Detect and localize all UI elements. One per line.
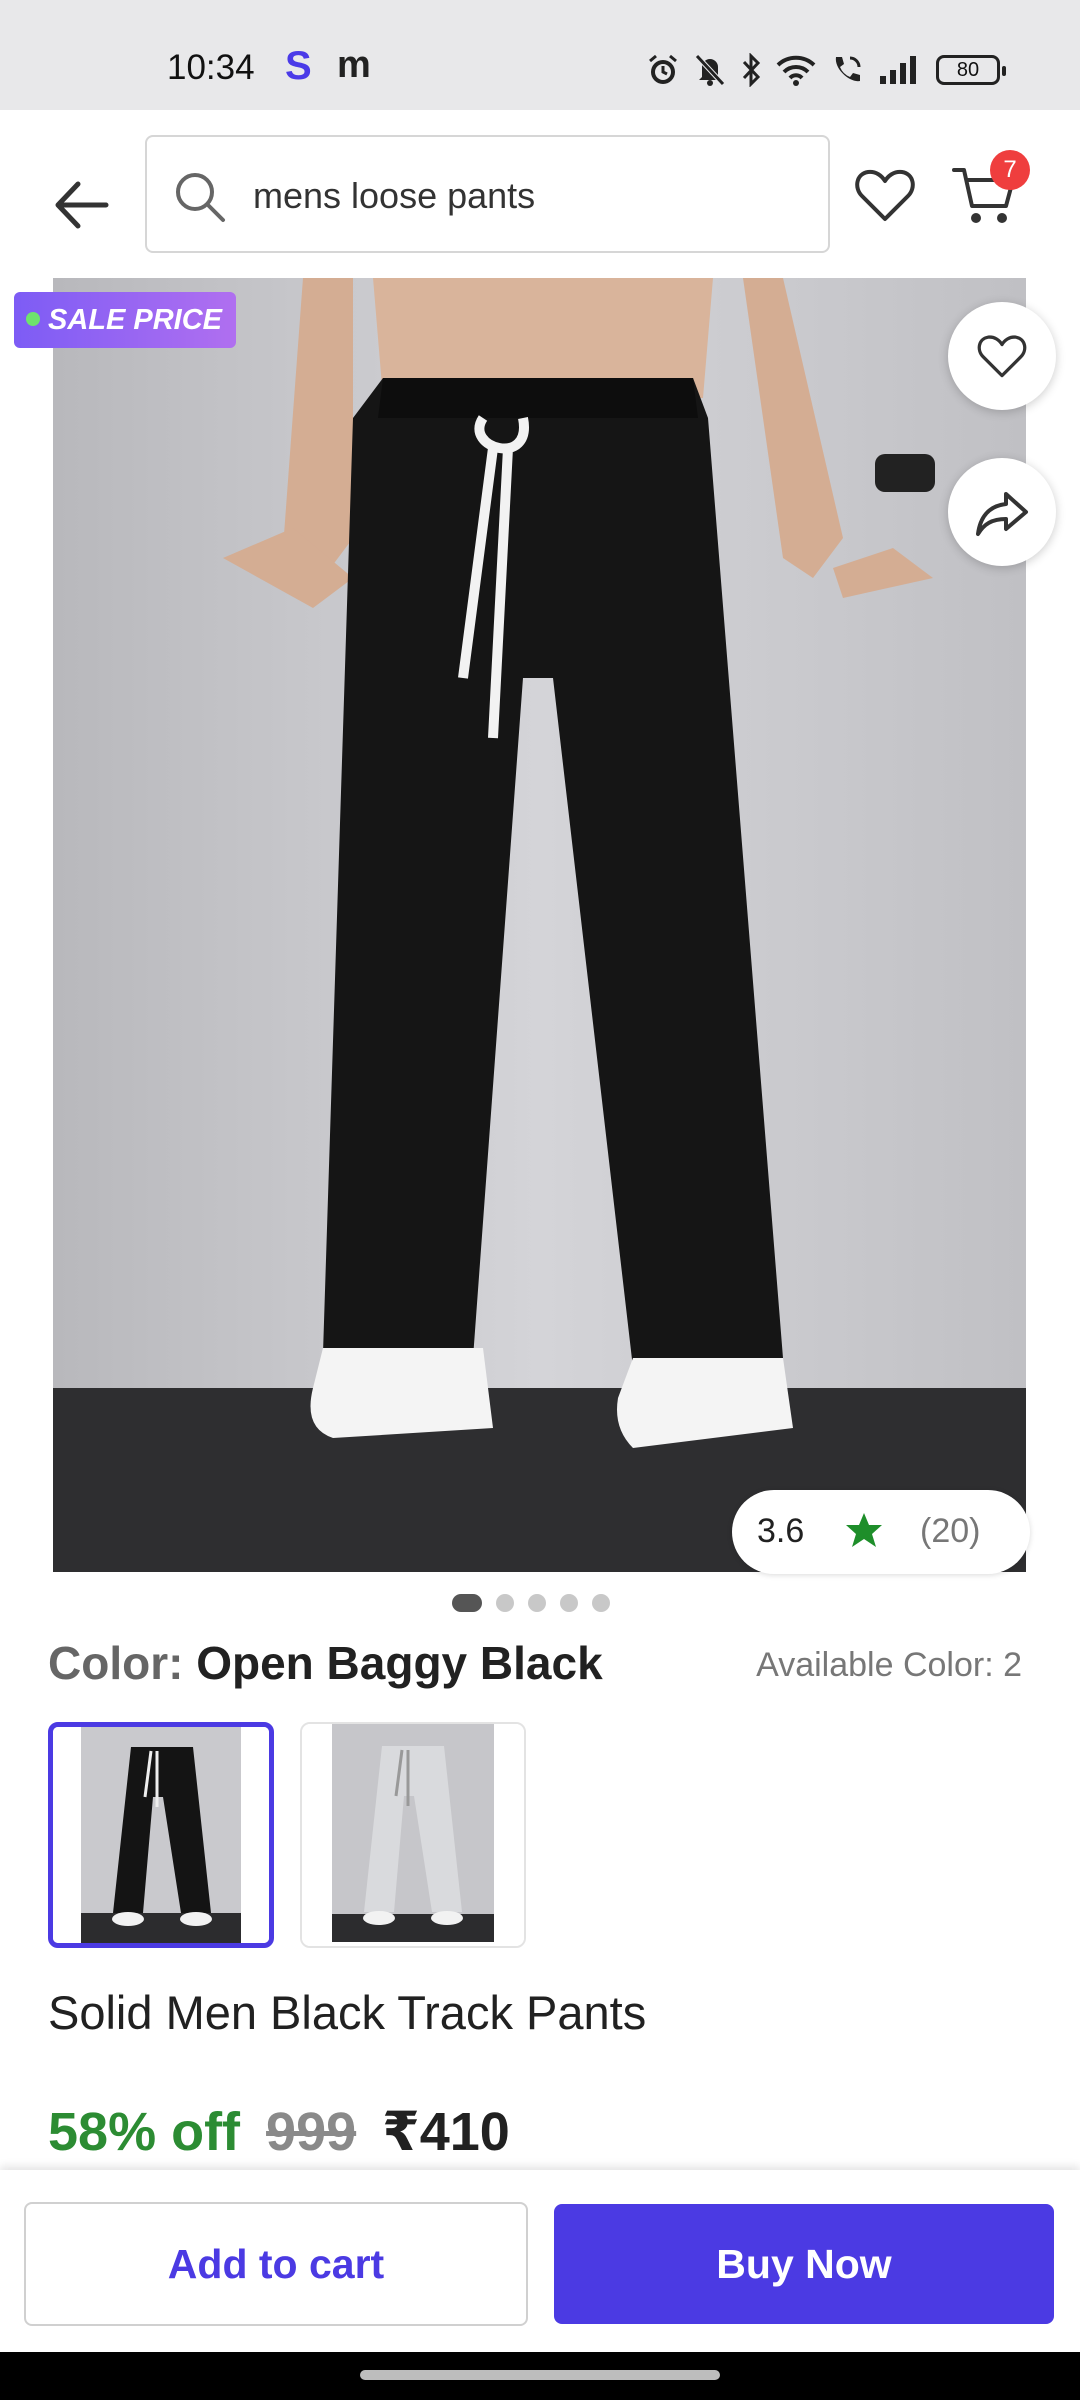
buy-now-button[interactable]: Buy Now [554, 2204, 1054, 2324]
sale-price: ₹410 [382, 2102, 510, 2162]
rating-pill[interactable]: 3.6 (20) [732, 1490, 1030, 1574]
color-swatch-black[interactable] [48, 1722, 274, 1948]
carousel-dot[interactable] [592, 1594, 610, 1612]
rating-count: (20) [920, 1512, 981, 1550]
carousel-indicator [452, 1594, 610, 1612]
battery-icon: 80 [936, 55, 1006, 85]
discount-percent: 58% off [48, 2102, 241, 2162]
product-title: Solid Men Black Track Pants [48, 1986, 647, 2039]
carousel-dot[interactable] [452, 1594, 482, 1612]
swatch-thumbnail [53, 1727, 269, 1943]
back-arrow-icon[interactable] [50, 170, 120, 240]
sale-badge-label: SALE PRICE [48, 304, 223, 336]
mute-icon [695, 54, 725, 86]
add-to-cart-button[interactable]: Add to cart [24, 2202, 528, 2326]
star-icon [846, 1513, 882, 1547]
color-label: Color: Open Baggy Black [48, 1636, 603, 1690]
battery-level: 80 [956, 58, 980, 81]
price-row: 58% off 999 ₹410 [48, 2100, 510, 2163]
product-photo [53, 278, 1026, 1572]
swatch-thumbnail [302, 1724, 524, 1946]
color-label-prefix: Color: [48, 1637, 184, 1689]
status-time: 10:34 [167, 48, 255, 87]
system-nav-bar [0, 2352, 1080, 2400]
bottom-action-bar: Add to cart Buy Now [0, 2170, 1080, 2355]
search-query: mens loose pants [253, 175, 536, 216]
bluetooth-icon [742, 53, 761, 87]
search-input[interactable]: mens loose pants [145, 135, 830, 253]
carousel-dot[interactable] [496, 1594, 514, 1612]
wishlist-heart-icon[interactable] [852, 162, 918, 228]
sale-price-badge: SALE PRICE [14, 292, 237, 348]
original-price: 999 [266, 2102, 357, 2162]
image-wishlist-button[interactable] [948, 302, 1056, 410]
share-button[interactable] [948, 458, 1056, 566]
product-image-carousel[interactable] [53, 278, 1026, 1572]
color-name: Open Baggy Black [196, 1637, 603, 1689]
status-bar: 10:34 S m 80 [0, 0, 1080, 110]
signal-icon [880, 56, 916, 84]
cart-count-badge: 7 [990, 150, 1030, 190]
share-icon [976, 492, 1028, 536]
heart-icon [977, 335, 1027, 378]
rating-value: 3.6 [757, 1512, 805, 1550]
app-m-icon: m [337, 44, 371, 86]
app-s-icon: S [285, 44, 312, 88]
alarm-icon [649, 54, 677, 84]
sale-dot [26, 312, 40, 326]
wifi-icon [776, 55, 816, 86]
carousel-dot[interactable] [528, 1594, 546, 1612]
available-colors: Available Color: 2 [756, 1646, 1022, 1684]
home-gesture-handle[interactable] [360, 2370, 720, 2380]
top-header: mens loose pants 7 [0, 110, 1080, 275]
carousel-dot[interactable] [560, 1594, 578, 1612]
search-icon [176, 173, 225, 222]
status-icons: 80 [646, 50, 1006, 90]
color-swatch-grey[interactable] [300, 1722, 526, 1948]
call-icon [835, 56, 861, 82]
